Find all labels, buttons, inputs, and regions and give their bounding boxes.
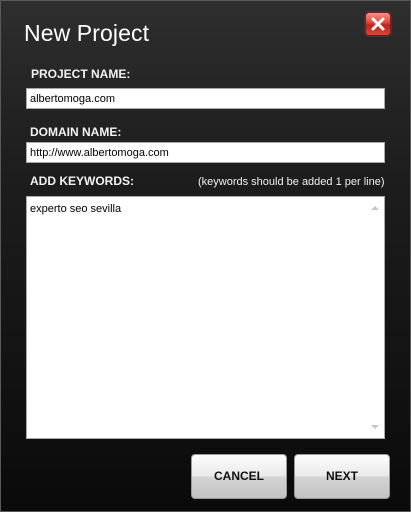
project-name-input[interactable]	[26, 88, 385, 109]
domain-name-label: DOMAIN NAME:	[30, 125, 122, 139]
keywords-hint: (keywords should be added 1 per line)	[198, 176, 385, 188]
close-icon	[371, 17, 385, 31]
add-keywords-label: ADD KEYWORDS:	[30, 174, 134, 188]
cancel-button[interactable]: CANCEL	[191, 454, 287, 499]
next-button[interactable]: NEXT	[294, 454, 390, 499]
domain-name-input[interactable]	[26, 142, 385, 163]
keywords-textarea[interactable]: experto seo sevilla	[27, 197, 367, 438]
new-project-dialog: New Project PROJECT NAME: DOMAIN NAME: A…	[0, 0, 411, 512]
scroll-down-icon[interactable]	[371, 425, 379, 429]
scroll-up-icon[interactable]	[371, 206, 379, 210]
dialog-title: New Project	[24, 20, 150, 46]
keywords-scrollbar[interactable]	[367, 197, 384, 438]
project-name-label: PROJECT NAME:	[31, 67, 131, 81]
keywords-box: experto seo sevilla	[26, 196, 385, 439]
close-button[interactable]	[365, 12, 391, 36]
